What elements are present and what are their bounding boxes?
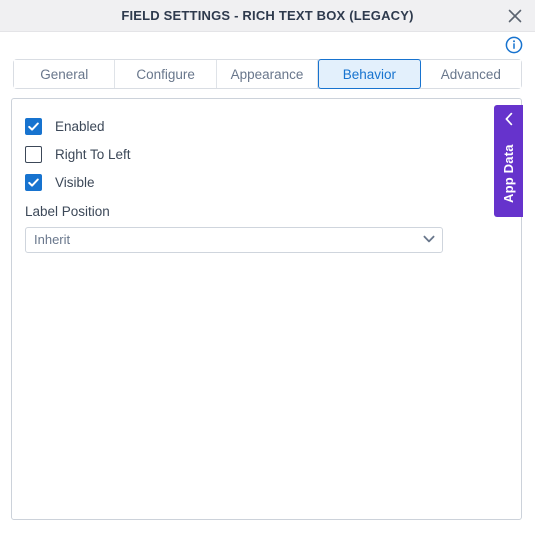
behavior-field-list: Enabled Right To Left Visible Label Posi… bbox=[25, 112, 475, 253]
close-button[interactable] bbox=[504, 5, 526, 27]
tab-behavior[interactable]: Behavior bbox=[318, 59, 421, 89]
tab-general[interactable]: General bbox=[14, 60, 116, 88]
close-icon bbox=[508, 9, 522, 23]
visible-label: Visible bbox=[55, 174, 95, 190]
checkmark-icon bbox=[27, 176, 40, 189]
info-button[interactable] bbox=[505, 36, 523, 54]
tab-advanced[interactable]: Advanced bbox=[420, 60, 522, 88]
enabled-checkbox[interactable] bbox=[25, 117, 42, 135]
tab-configure[interactable]: Configure bbox=[115, 60, 217, 88]
info-circle-icon bbox=[505, 36, 523, 54]
behavior-settings-panel: Enabled Right To Left Visible Label Posi… bbox=[11, 98, 522, 520]
label-position-select[interactable]: Inherit bbox=[25, 227, 443, 253]
app-data-panel-toggle[interactable]: App Data bbox=[494, 105, 523, 217]
field-visible-row: Visible bbox=[25, 168, 475, 196]
app-data-label: App Data bbox=[501, 144, 516, 204]
visible-checkbox[interactable] bbox=[25, 173, 42, 191]
enabled-label: Enabled bbox=[55, 118, 105, 134]
checkmark-icon bbox=[27, 120, 40, 133]
dialog-titlebar: FIELD SETTINGS - RICH TEXT BOX (LEGACY) bbox=[0, 0, 535, 32]
field-right-to-left-row: Right To Left bbox=[25, 140, 475, 168]
settings-tabbar: General Configure Appearance Behavior Ad… bbox=[13, 59, 522, 89]
chevron-left-icon bbox=[494, 112, 523, 126]
field-enabled-row: Enabled bbox=[25, 112, 475, 140]
right-to-left-label: Right To Left bbox=[55, 146, 131, 162]
label-position-label: Label Position bbox=[25, 204, 110, 219]
tab-appearance[interactable]: Appearance bbox=[216, 60, 319, 88]
right-to-left-checkbox[interactable] bbox=[25, 145, 42, 163]
label-position-field: Inherit bbox=[25, 227, 443, 253]
dialog-title: FIELD SETTINGS - RICH TEXT BOX (LEGACY) bbox=[121, 8, 414, 23]
